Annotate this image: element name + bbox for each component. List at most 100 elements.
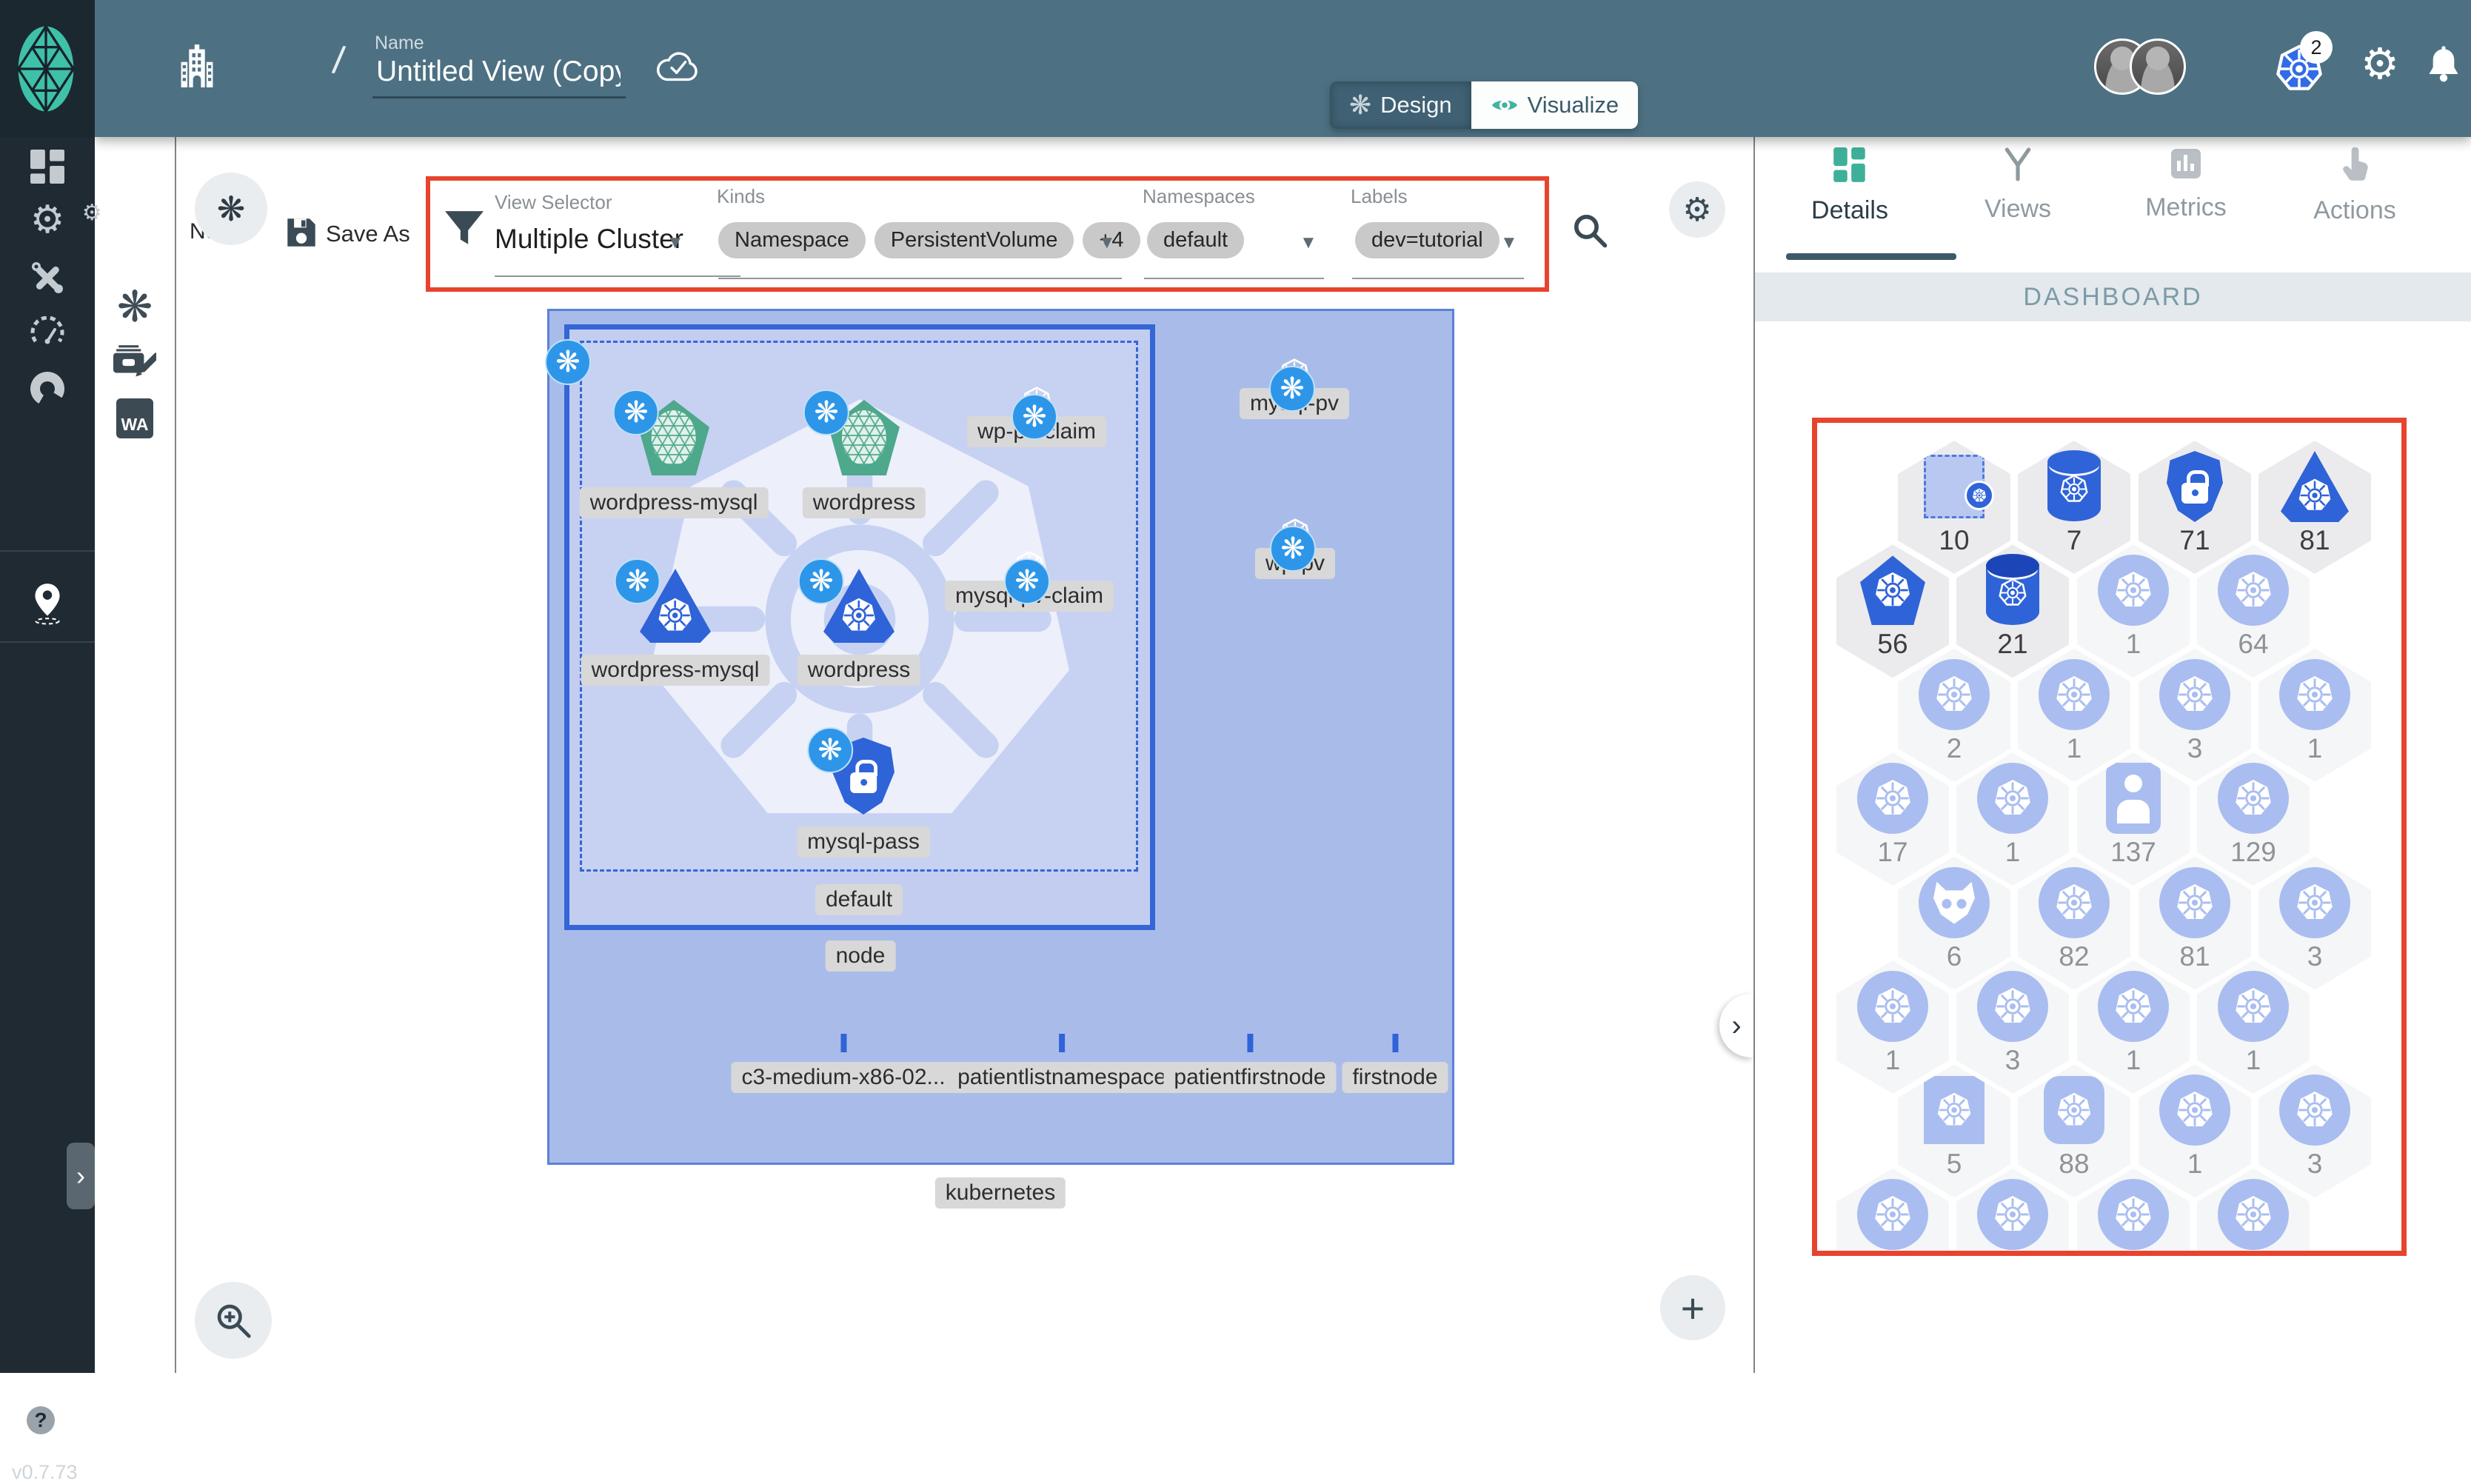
settings-gear-icon[interactable]: ⚙ (2361, 39, 2399, 89)
tab-views[interactable]: Views (1944, 147, 2092, 224)
canvas-node-square-c3[interactable]: c3-medium-x86-02... (731, 1034, 956, 1093)
tab-visualize[interactable]: Visualize (1471, 81, 1639, 129)
hex-cell-k8s[interactable]: 1 (2197, 960, 2310, 1094)
kind-chip[interactable]: Namespace (718, 222, 866, 258)
canvas-node-square-patientlistnamespace[interactable]: patientlistnamespace (947, 1034, 1177, 1093)
panel-collapse-tab[interactable]: › (1719, 994, 1753, 1057)
canvas-node-pv-wp-pv[interactable]: ❋ wp-pv (1254, 518, 1336, 579)
hex-cell-k8s[interactable]: 1 (2077, 960, 2190, 1094)
hex-cell-k8s[interactable]: 129 (2197, 752, 2310, 886)
sidebar-item-extensions[interactable] (0, 359, 95, 418)
hex-cell-node[interactable]: 56 (1836, 544, 1949, 678)
dashboard-grid-icon (30, 150, 64, 184)
tab-actions[interactable]: Actions (2281, 147, 2429, 225)
sidebar-item-performance[interactable] (0, 301, 95, 361)
hex-cell-k8s[interactable]: 82 (2018, 856, 2130, 990)
canvas-node-label: c3-medium-x86-02... (731, 1062, 956, 1093)
canvas-node-svc-wordpress-mysql[interactable]: ❋ wordpress-mysql (579, 390, 769, 518)
hex-cell-k8s[interactable]: 3 (2258, 856, 2371, 990)
hex-cell-k8s[interactable]: 3 (2258, 1064, 2371, 1198)
view-selector-caret-icon[interactable]: ▼ (666, 233, 684, 253)
canvas-node-claim-wp-pv-claim[interactable]: ❋ wp-pv-claim (966, 387, 1107, 447)
kubernetes-wheel-icon (2298, 478, 2331, 510)
hex-cell-k8s[interactable]: 1 (2077, 544, 2190, 678)
view-selector-value[interactable]: Multiple Cluster (495, 224, 683, 255)
zoom-magnifier-icon (217, 1304, 251, 1338)
hex-cell-namespace[interactable]: 10 (1898, 441, 2010, 574)
rail-item-meshery[interactable]: ❋ (95, 279, 175, 335)
new-view-button[interactable]: ❋ (195, 173, 267, 245)
zoom-in-button[interactable] (195, 1282, 272, 1359)
connection-badge-icon: ❋ (798, 558, 844, 604)
hex-cell-k8s[interactable]: 64 (2197, 544, 2310, 678)
hex-cell-pv[interactable]: 7 (2018, 441, 2130, 574)
search-icon[interactable] (1571, 212, 1608, 249)
namespaces-caret-icon[interactable]: ▼ (1300, 233, 1317, 253)
hex-cell-account[interactable]: 137 (2077, 752, 2190, 886)
view-selector-underline (495, 275, 740, 277)
kubernetes-context-icon[interactable]: 2 (2273, 31, 2333, 95)
add-node-button[interactable]: + (1660, 1275, 1725, 1340)
canvas-node-claim-mysql-pv-claim[interactable]: ❋ mysql-pv-claim (944, 551, 1114, 612)
hex-cell-square[interactable]: 5 (1898, 1064, 2010, 1198)
hex-cell-mask[interactable]: 6 (1898, 856, 2010, 990)
canvas-node-label: wordpress-mysql (579, 487, 769, 518)
sidebar-item-configuration[interactable] (0, 248, 95, 307)
hex-cell-secret[interactable]: 71 (2139, 441, 2251, 574)
rail-item-designs-drawer[interactable] (95, 334, 175, 390)
resource-count: 2 (1946, 732, 1962, 763)
hex-cell-deployment[interactable]: 81 (2258, 441, 2371, 574)
sidebar-item-lifecycle[interactable]: ⚙ ⚙ (0, 190, 102, 250)
hex-cell-k8s[interactable]: 1 (2258, 648, 2371, 782)
canvas-node-svc-wordpress[interactable]: ❋ wordpress (802, 390, 926, 518)
notifications-bell-icon[interactable] (2424, 43, 2463, 86)
hex-cell-k8s[interactable]: 81 (2139, 856, 2251, 990)
kubernetes-wheel-icon (2297, 1092, 2333, 1127)
resource-count: 6 (1946, 940, 1962, 972)
secondary-rail: ❋ WA (95, 137, 175, 1373)
kind-chip[interactable]: PersistentVolume (874, 222, 1074, 258)
kinds-caret-icon[interactable]: ▼ (1098, 233, 1116, 253)
sidebar-item-mesh-map[interactable] (0, 574, 95, 633)
hex-cell-k8s[interactable]: 1 (2139, 1064, 2251, 1198)
namespaces-label: Namespaces (1143, 185, 1255, 207)
tab-details[interactable]: Details (1776, 147, 1956, 260)
canvas-node-pv-mysql-pv[interactable]: ❋ mysql-pv (1239, 358, 1350, 419)
hex-cell-k8s[interactable]: 3 (2139, 648, 2251, 782)
meshery-logo[interactable] (16, 22, 76, 116)
hex-cell-k8s[interactable]: 1 (2018, 648, 2130, 782)
save-as-label[interactable]: Save As (326, 221, 410, 247)
resource-count: 1 (2004, 837, 2021, 868)
hex-cell-k8s[interactable]: 1 (1836, 960, 1949, 1094)
cloud-saved-icon[interactable] (656, 49, 699, 83)
rounded-square-resource-icon (2044, 1076, 2104, 1145)
namespace-label: default (815, 884, 903, 915)
collaborator-avatar[interactable] (2130, 39, 2186, 95)
hex-cell-pvc[interactable]: 21 (1956, 544, 2069, 678)
hex-cell-k8s[interactable]: 1 (1956, 752, 2069, 886)
hex-cell-roundsquare[interactable]: 88 (2018, 1064, 2130, 1198)
view-name-input[interactable] (375, 55, 622, 89)
save-as-icon[interactable] (285, 216, 318, 249)
help-button[interactable]: ? (27, 1406, 55, 1434)
sidebar-expand-tab[interactable]: › (67, 1143, 95, 1209)
organization-icon[interactable] (178, 43, 216, 87)
canvas-settings-button[interactable]: ⚙ (1669, 181, 1725, 238)
namespace-chip[interactable]: default (1147, 222, 1245, 258)
canvas-node-secret-mysql-pass[interactable]: ❋ mysql-pass (797, 727, 930, 858)
rail-item-wasm-filters[interactable]: WA (95, 390, 175, 447)
empty-resource-square (1246, 1034, 1253, 1052)
canvas-node-dep-wordpress-mysql[interactable]: ❋ wordpress-mysql (581, 558, 770, 686)
tab-metrics[interactable]: Metrics (2112, 147, 2260, 222)
hex-cell-k8s[interactable]: 3 (1956, 960, 2069, 1094)
label-chip[interactable]: dev=tutorial (1355, 222, 1499, 258)
sidebar-item-dashboard[interactable] (0, 137, 95, 196)
hex-cell-k8s[interactable]: 17 (1836, 752, 1949, 886)
node-label: node (825, 940, 896, 972)
canvas-node-square-patientfirstnode[interactable]: patientfirstnode (1163, 1034, 1337, 1093)
canvas-node-square-firstnode[interactable]: firstnode (1342, 1034, 1448, 1093)
hex-cell-k8s[interactable]: 2 (1898, 648, 2010, 782)
tab-design[interactable]: ❋ Design (1330, 81, 1471, 129)
labels-caret-icon[interactable]: ▼ (1500, 233, 1518, 253)
canvas-node-dep-wordpress[interactable]: ❋ wordpress (797, 558, 921, 686)
